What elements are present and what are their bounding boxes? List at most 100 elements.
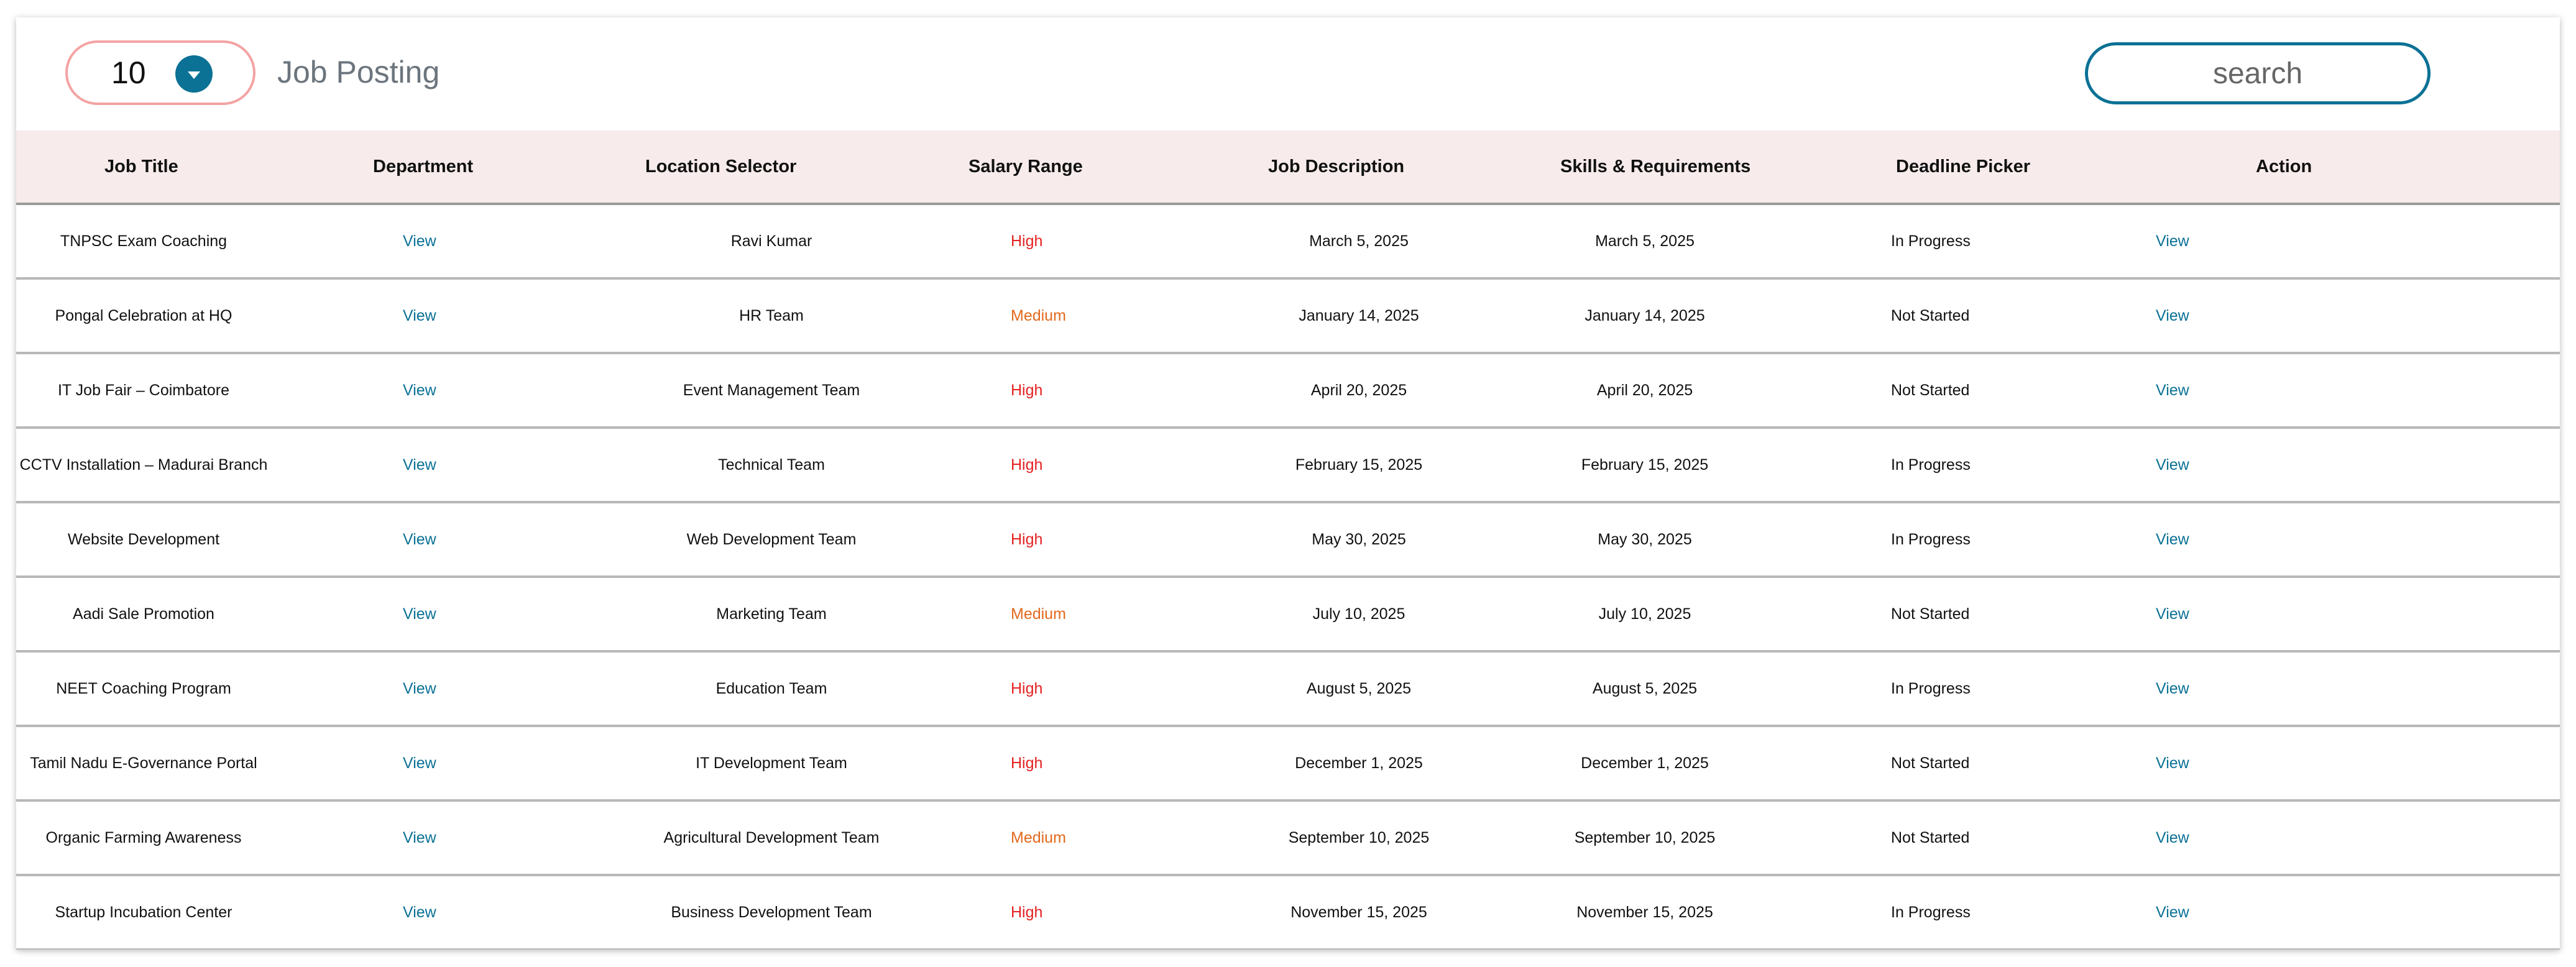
column-header[interactable]: Action xyxy=(2136,131,2560,205)
skills-cell: May 30, 2025 xyxy=(1502,502,1788,578)
location-cell: Event Management Team xyxy=(607,353,905,429)
job-description-cell: December 1, 2025 xyxy=(1216,726,1502,802)
skills-cell: February 15, 2025 xyxy=(1502,428,1788,503)
table-header-row: Job Title Department Location Selector S… xyxy=(16,131,2560,205)
location-cell: IT Development Team xyxy=(607,726,905,802)
deadline-view-link[interactable]: View xyxy=(2136,204,2560,280)
job-description-cell: August 5, 2025 xyxy=(1216,651,1502,727)
table-row: Website Development View Web Development… xyxy=(16,502,2560,578)
skills-cell: August 5, 2025 xyxy=(1502,651,1788,727)
location-cell: Ravi Kumar xyxy=(607,204,905,280)
department-view-link[interactable]: View xyxy=(271,651,607,727)
job-description-cell: May 30, 2025 xyxy=(1216,502,1502,578)
job-title-cell: Website Development xyxy=(16,502,271,578)
skills-cell: November 15, 2025 xyxy=(1502,875,1788,950)
department-view-link[interactable]: View xyxy=(271,800,607,876)
deadline-view-link[interactable]: View xyxy=(2136,278,2560,354)
deadline-view-link[interactable]: View xyxy=(2136,726,2560,802)
department-view-link[interactable]: View xyxy=(271,875,607,950)
job-description-cell: July 10, 2025 xyxy=(1216,577,1502,653)
job-title-cell: CCTV Installation – Madurai Branch xyxy=(16,428,271,503)
location-cell: HR Team xyxy=(607,278,905,354)
job-posting-card: 10 Job Posting Job Title Department Loca… xyxy=(16,17,2560,950)
department-view-link[interactable]: View xyxy=(271,278,607,354)
table-row: Aadi Sale Promotion View Marketing Team … xyxy=(16,577,2560,653)
skills-cell: September 10, 2025 xyxy=(1502,800,1788,876)
job-title-cell: NEET Coaching Program xyxy=(16,651,271,727)
salary-range-cell: High xyxy=(905,502,1216,578)
job-title-cell: IT Job Fair – Coimbatore xyxy=(16,353,271,429)
skills-cell: January 14, 2025 xyxy=(1502,278,1788,354)
column-header[interactable]: Job Description xyxy=(1216,131,1502,205)
location-cell: Education Team xyxy=(607,651,905,727)
salary-range-cell: High xyxy=(905,875,1216,950)
status-cell: Not Started xyxy=(1788,577,2136,653)
job-title-cell: TNPSC Exam Coaching xyxy=(16,204,271,280)
job-table: Job Title Department Location Selector S… xyxy=(16,131,2560,950)
table-row: IT Job Fair – Coimbatore View Event Mana… xyxy=(16,353,2560,429)
location-cell: Business Development Team xyxy=(607,875,905,950)
job-description-cell: January 14, 2025 xyxy=(1216,278,1502,354)
page-size-select[interactable]: 10 xyxy=(65,40,255,105)
job-title-cell: Aadi Sale Promotion xyxy=(16,577,271,653)
status-cell: In Progress xyxy=(1788,875,2136,950)
status-cell: Not Started xyxy=(1788,353,2136,429)
column-header[interactable]: Department xyxy=(271,131,607,205)
skills-cell: March 5, 2025 xyxy=(1502,204,1788,280)
page-title: Job Posting xyxy=(277,55,440,89)
job-title-cell: Organic Farming Awareness xyxy=(16,800,271,876)
location-cell: Technical Team xyxy=(607,428,905,503)
toolbar: 10 Job Posting xyxy=(16,17,2560,131)
salary-range-cell: High xyxy=(905,204,1216,280)
location-cell: Web Development Team xyxy=(607,502,905,578)
job-description-cell: November 15, 2025 xyxy=(1216,875,1502,950)
status-cell: In Progress xyxy=(1788,428,2136,503)
chevron-down-icon[interactable] xyxy=(175,55,213,93)
skills-cell: July 10, 2025 xyxy=(1502,577,1788,653)
department-view-link[interactable]: View xyxy=(271,428,607,503)
job-description-cell: February 15, 2025 xyxy=(1216,428,1502,503)
status-cell: In Progress xyxy=(1788,651,2136,727)
deadline-view-link[interactable]: View xyxy=(2136,875,2560,950)
department-view-link[interactable]: View xyxy=(271,204,607,280)
salary-range-cell: High xyxy=(905,726,1216,802)
deadline-view-link[interactable]: View xyxy=(2136,651,2560,727)
table-row: NEET Coaching Program View Education Tea… xyxy=(16,651,2560,727)
search-input[interactable] xyxy=(2085,42,2431,104)
page-size-value: 10 xyxy=(111,55,146,90)
department-view-link[interactable]: View xyxy=(271,726,607,802)
salary-range-cell: High xyxy=(905,651,1216,727)
column-header[interactable]: Deadline Picker xyxy=(1788,131,2136,205)
status-cell: Not Started xyxy=(1788,278,2136,354)
deadline-view-link[interactable]: View xyxy=(2136,502,2560,578)
location-cell: Marketing Team xyxy=(607,577,905,653)
deadline-view-link[interactable]: View xyxy=(2136,800,2560,876)
table-row: Startup Incubation Center View Business … xyxy=(16,875,2560,950)
job-description-cell: September 10, 2025 xyxy=(1216,800,1502,876)
column-header[interactable]: Skills & Requirements xyxy=(1502,131,1788,205)
column-header[interactable]: Salary Range xyxy=(905,131,1216,205)
job-title-cell: Pongal Celebration at HQ xyxy=(16,278,271,354)
column-header[interactable]: Job Title xyxy=(16,131,271,205)
skills-cell: April 20, 2025 xyxy=(1502,353,1788,429)
salary-range-cell: High xyxy=(905,428,1216,503)
column-header[interactable]: Location Selector xyxy=(607,131,905,205)
department-view-link[interactable]: View xyxy=(271,353,607,429)
status-cell: Not Started xyxy=(1788,800,2136,876)
deadline-view-link[interactable]: View xyxy=(2136,353,2560,429)
skills-cell: December 1, 2025 xyxy=(1502,726,1788,802)
salary-range-cell: Medium xyxy=(905,577,1216,653)
job-description-cell: April 20, 2025 xyxy=(1216,353,1502,429)
department-view-link[interactable]: View xyxy=(271,577,607,653)
table-row: Tamil Nadu E-Governance Portal View IT D… xyxy=(16,726,2560,802)
job-title-cell: Tamil Nadu E-Governance Portal xyxy=(16,726,271,802)
deadline-view-link[interactable]: View xyxy=(2136,577,2560,653)
table-row: TNPSC Exam Coaching View Ravi Kumar High… xyxy=(16,204,2560,280)
location-cell: Agricultural Development Team xyxy=(607,800,905,876)
table-row: CCTV Installation – Madurai Branch View … xyxy=(16,428,2560,503)
job-title-cell: Startup Incubation Center xyxy=(16,875,271,950)
department-view-link[interactable]: View xyxy=(271,502,607,578)
table-row: Organic Farming Awareness View Agricultu… xyxy=(16,800,2560,876)
salary-range-cell: Medium xyxy=(905,800,1216,876)
deadline-view-link[interactable]: View xyxy=(2136,428,2560,503)
